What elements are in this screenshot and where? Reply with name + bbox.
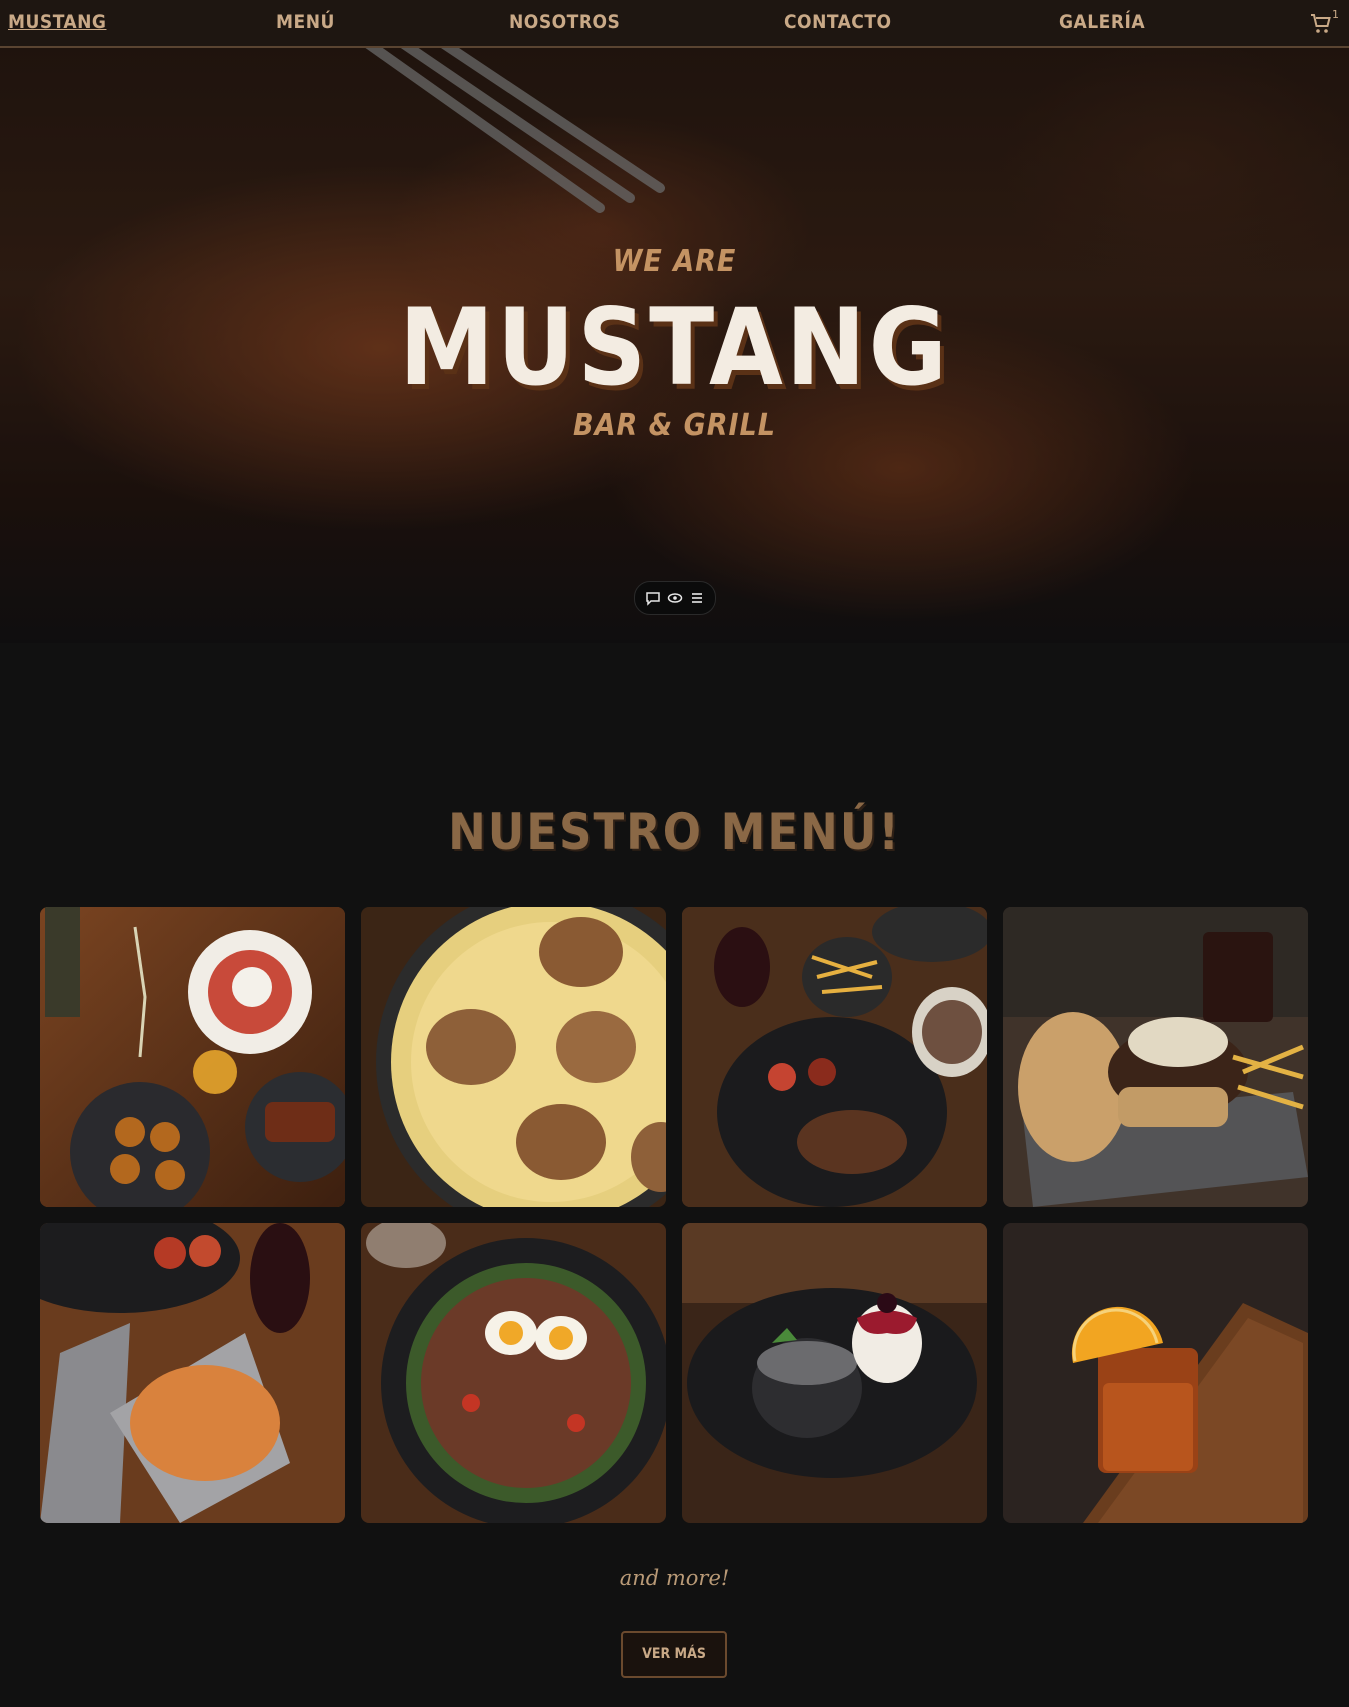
nav-item-menu[interactable]: MENÚ bbox=[276, 11, 335, 33]
menu-tile-platter[interactable] bbox=[40, 907, 345, 1207]
hero-subtitle: BAR & GRILL bbox=[573, 408, 776, 443]
cocktail-photo bbox=[1003, 1223, 1308, 1523]
hero-title: MUSTANG bbox=[399, 286, 950, 409]
nav-item-contacto[interactable]: CONTACTO bbox=[784, 11, 892, 33]
and-more-text: and more! bbox=[619, 1566, 730, 1590]
menu-tile-cocktail[interactable] bbox=[1003, 1223, 1308, 1523]
hero-pretitle: WE ARE bbox=[612, 244, 737, 279]
menu-tile-burger[interactable] bbox=[1003, 907, 1308, 1207]
menu-section-title: NUESTRO MENÚ! bbox=[448, 803, 901, 861]
menu-tile-lava-cake[interactable] bbox=[682, 1223, 987, 1523]
cart-icon bbox=[1311, 14, 1331, 33]
steak-fries-photo bbox=[682, 907, 987, 1207]
list-icon[interactable] bbox=[689, 590, 705, 606]
salad-egg-photo bbox=[361, 1223, 666, 1523]
menu-tile-gratin[interactable] bbox=[361, 907, 666, 1207]
hero-banner: WE ARE MUSTANG BAR & GRILL bbox=[0, 48, 1349, 643]
cart-count-badge: 1 bbox=[1332, 8, 1339, 21]
menu-tile-mash[interactable] bbox=[40, 1223, 345, 1523]
nav-brand-link[interactable]: MUSTANG bbox=[8, 11, 106, 33]
lava-cake-photo bbox=[682, 1223, 987, 1523]
platter-photo bbox=[40, 907, 345, 1207]
burger-photo bbox=[1003, 907, 1308, 1207]
hero-control-pill bbox=[634, 581, 716, 615]
eye-icon[interactable] bbox=[667, 590, 683, 606]
nav-item-galeria[interactable]: GALERÍA bbox=[1059, 11, 1145, 33]
gratin-photo bbox=[361, 907, 666, 1207]
top-navigation: MUSTANG MENÚ NOSOTROS CONTACTO GALERÍA 1 bbox=[0, 0, 1349, 48]
menu-tile-steak-fries[interactable] bbox=[682, 907, 987, 1207]
cart-button[interactable]: 1 bbox=[1309, 8, 1339, 38]
menu-tile-salad-egg[interactable] bbox=[361, 1223, 666, 1523]
nav-item-nosotros[interactable]: NOSOTROS bbox=[509, 11, 620, 33]
chat-icon[interactable] bbox=[645, 590, 661, 606]
ver-mas-button[interactable]: VER MÁS bbox=[621, 1631, 727, 1678]
mash-photo bbox=[40, 1223, 345, 1523]
